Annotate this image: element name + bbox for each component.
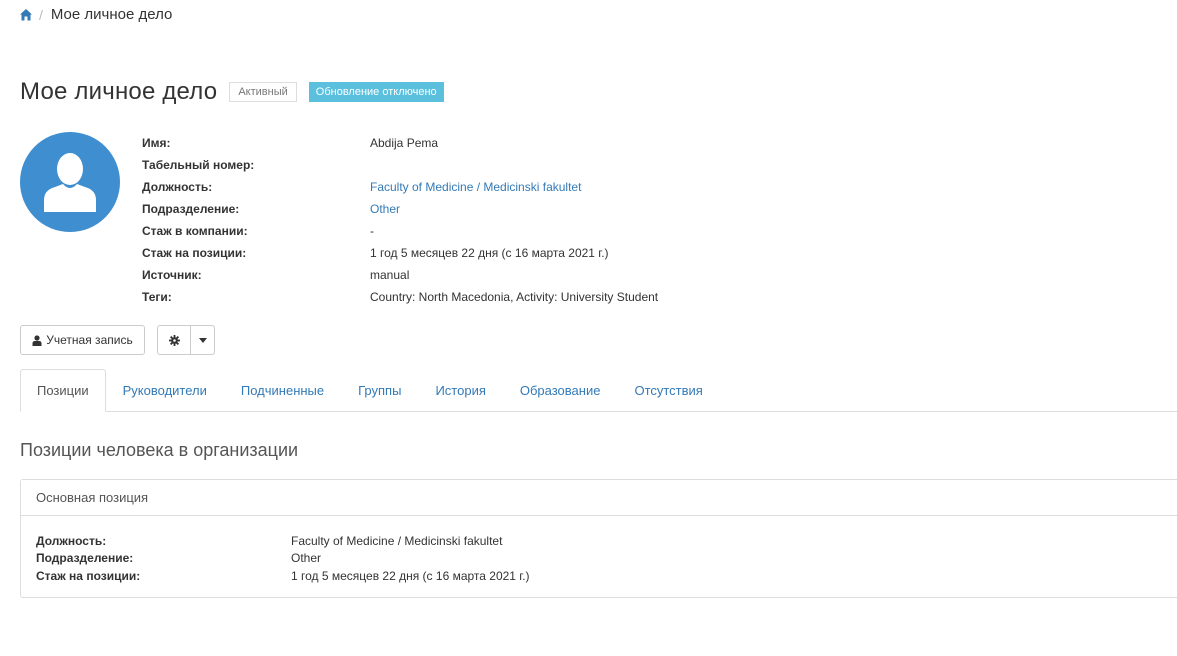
info-row-company-tenure: Стаж в компании: - bbox=[142, 220, 842, 242]
breadcrumb: / Мое личное дело bbox=[19, 6, 172, 23]
user-icon bbox=[32, 334, 42, 346]
home-icon[interactable] bbox=[19, 8, 33, 22]
panel-label: Стаж на позиции: bbox=[36, 568, 141, 583]
panel-row-tenure: Стаж на позиции: 1 год 5 месяцев 22 дня … bbox=[36, 567, 1174, 585]
position-link[interactable]: Faculty of Medicine / Medicinski fakulte… bbox=[370, 180, 581, 194]
settings-dropdown-button[interactable] bbox=[157, 325, 215, 355]
breadcrumb-current: Мое личное дело bbox=[50, 6, 173, 23]
info-label: Табельный номер: bbox=[142, 158, 255, 172]
info-row-department: Подразделение: Other bbox=[142, 198, 842, 220]
info-label: Теги: bbox=[142, 290, 172, 304]
info-label: Стаж на позиции: bbox=[142, 246, 247, 260]
page: / Мое личное дело Мое личное дело Активн… bbox=[0, 0, 1177, 656]
info-value: Country: North Macedonia, Activity: Univ… bbox=[370, 290, 659, 304]
gear-icon[interactable] bbox=[158, 326, 191, 354]
info-row-name: Имя: Abdija Pema bbox=[142, 132, 842, 154]
main-position-panel: Основная позиция Должность: Faculty of M… bbox=[20, 479, 1177, 598]
info-label: Подразделение: bbox=[142, 202, 240, 216]
section-title: Позиции человека в организации bbox=[20, 440, 299, 460]
panel-heading: Основная позиция bbox=[21, 480, 1177, 516]
user-avatar-icon bbox=[20, 132, 120, 232]
page-title: Мое личное дело bbox=[20, 78, 218, 105]
tabs: Позиции Руководители Подчиненные Группы … bbox=[20, 369, 1177, 412]
panel-label: Должность: bbox=[36, 533, 107, 548]
info-row-tags: Теги: Country: North Macedonia, Activity… bbox=[142, 286, 842, 308]
panel-row-position: Должность: Faculty of Medicine / Medicin… bbox=[36, 532, 1174, 550]
panel-row-department: Подразделение: Other bbox=[36, 550, 1174, 568]
info-label: Источник: bbox=[142, 268, 202, 282]
info-value: Abdija Pema bbox=[370, 136, 439, 150]
info-row-position: Должность: Faculty of Medicine / Medicin… bbox=[142, 176, 842, 198]
caret-down-icon[interactable] bbox=[191, 337, 214, 343]
tab-absences[interactable]: Отсутствия bbox=[617, 369, 719, 411]
account-button-label: Учетная запись bbox=[46, 333, 133, 347]
tab-history[interactable]: История bbox=[418, 369, 502, 411]
panel-position-link[interactable]: Faculty of Medicine / Medicinski fakulte… bbox=[291, 534, 502, 548]
status-badge: Активный bbox=[229, 82, 297, 102]
tab-groups[interactable]: Группы bbox=[341, 369, 418, 411]
breadcrumb-separator: / bbox=[39, 6, 43, 23]
info-label: Имя: bbox=[142, 136, 171, 150]
panel-value: 1 год 5 месяцев 22 дня (с 16 марта 2021 … bbox=[291, 568, 530, 583]
info-row-position-tenure: Стаж на позиции: 1 год 5 месяцев 22 дня … bbox=[142, 242, 842, 264]
title-row: Мое личное дело Активный Обновление откл… bbox=[20, 78, 444, 106]
info-label: Стаж в компании: bbox=[142, 224, 248, 238]
info-row-source: Источник: manual bbox=[142, 264, 842, 286]
panel-body: Должность: Faculty of Medicine / Medicin… bbox=[21, 516, 1177, 585]
info-value: manual bbox=[370, 268, 410, 282]
info-value: 1 год 5 месяцев 22 дня (с 16 марта 2021 … bbox=[370, 246, 609, 260]
profile-info: Имя: Abdija Pema Табельный номер: Должно… bbox=[142, 132, 842, 308]
department-link[interactable]: Other bbox=[370, 202, 400, 216]
tab-positions[interactable]: Позиции bbox=[20, 369, 106, 412]
update-status-badge: Обновление отключено bbox=[308, 82, 444, 102]
tab-managers[interactable]: Руководители bbox=[106, 369, 224, 411]
info-value: - bbox=[370, 224, 374, 238]
panel-label: Подразделение: bbox=[36, 551, 134, 566]
panel-department-link[interactable]: Other bbox=[291, 551, 321, 565]
info-label: Должность: bbox=[142, 180, 213, 194]
tab-education[interactable]: Образование bbox=[503, 369, 618, 411]
tab-subordinates[interactable]: Подчиненные bbox=[224, 369, 341, 411]
account-button[interactable]: Учетная запись bbox=[20, 325, 145, 355]
info-row-employee-number: Табельный номер: bbox=[142, 154, 842, 176]
